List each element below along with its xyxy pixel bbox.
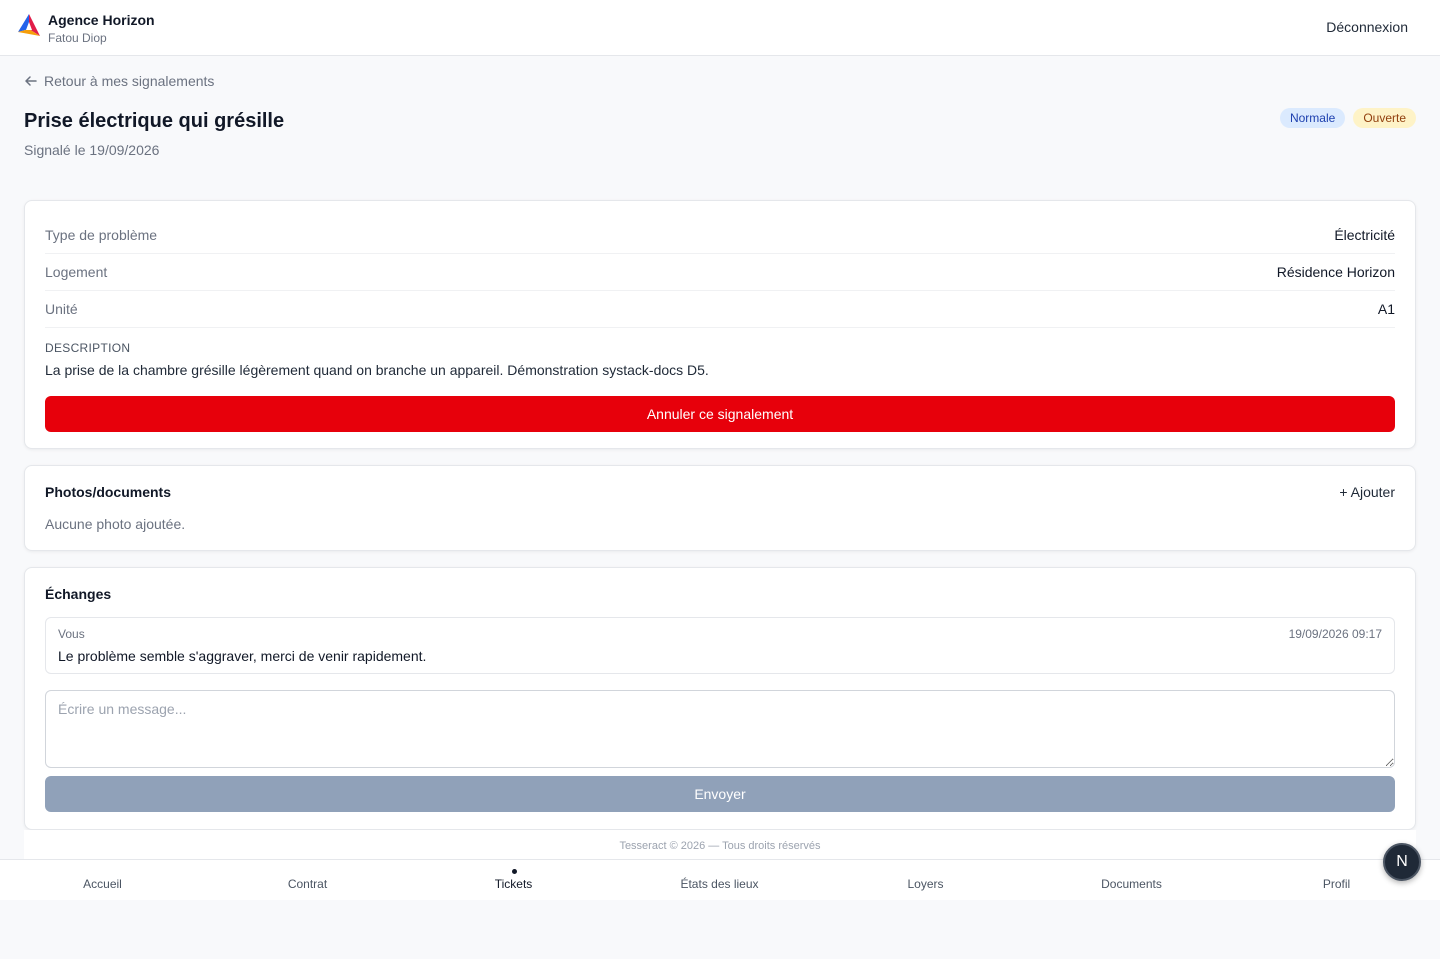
footer-text: Tesseract © 2026 — Tous droits réservés <box>619 840 821 852</box>
footer: Tesseract © 2026 — Tous droits réservés <box>24 830 1416 860</box>
ticket-badges: Normale Ouverte <box>1279 108 1416 128</box>
reported-date: Signalé le 19/09/2026 <box>24 142 160 158</box>
ticket-details-card: Type de problème Électricité Logement Ré… <box>24 200 1416 449</box>
add-photo-button[interactable]: + Ajouter <box>1339 484 1395 500</box>
nav-item-label: Accueil <box>83 877 122 891</box>
detail-row-housing: Logement Résidence Horizon <box>45 254 1395 291</box>
nav-item-etats-des-lieux[interactable]: États des lieux <box>617 860 822 901</box>
detail-label: Unité <box>45 301 78 317</box>
message-item: Vous 19/09/2026 09:17 Le problème semble… <box>45 617 1395 674</box>
logo-icon <box>18 14 40 36</box>
nav-item-tickets[interactable]: Tickets <box>411 860 616 901</box>
photos-title: Photos/documents <box>45 484 172 500</box>
nav-item-loyers[interactable]: Loyers <box>823 860 1028 901</box>
back-link-label: Retour à mes signalements <box>44 73 215 89</box>
cancel-ticket-button[interactable]: Annuler ce signalement <box>45 396 1395 432</box>
photos-empty-text: Aucune photo ajoutée. <box>45 516 186 532</box>
brand-name: Agence Horizon <box>48 12 155 28</box>
description-label: DESCRIPTION <box>45 341 131 355</box>
message-timestamp: 19/09/2026 09:17 <box>1288 627 1382 641</box>
nav-item-label: Documents <box>1101 877 1162 891</box>
arrow-left-icon <box>25 76 37 86</box>
detail-value: Électricité <box>1334 227 1395 243</box>
detail-row-unit: Unité A1 <box>45 291 1395 328</box>
nav-item-label: Loyers <box>907 877 944 891</box>
photos-card: Photos/documents + Ajouter Aucune photo … <box>24 465 1416 551</box>
floating-n-button[interactable]: N <box>1383 843 1421 881</box>
status-badge: Ouverte <box>1353 108 1416 128</box>
brand: Agence Horizon Fatou Diop <box>16 12 155 46</box>
page-title: Prise électrique qui grésille <box>24 110 285 132</box>
active-indicator-dot <box>511 869 517 874</box>
message-input[interactable] <box>45 690 1395 768</box>
nav-item-label: Profil <box>1322 877 1351 891</box>
nav-item-label: Tickets <box>494 877 533 891</box>
detail-value: A1 <box>1377 301 1395 317</box>
exchanges-card: Échanges Vous 19/09/2026 09:17 Le problè… <box>24 567 1416 830</box>
detail-value: Résidence Horizon <box>1276 264 1395 280</box>
exchanges-title: Échanges <box>45 586 112 602</box>
message-text: Le problème semble s'aggraver, merci de … <box>58 648 427 664</box>
description-text: La prise de la chambre grésille légèreme… <box>45 362 709 378</box>
nav-item-contrat[interactable]: Contrat <box>205 860 410 901</box>
bottom-nav: Accueil Contrat Tickets États des lieux … <box>0 859 1440 900</box>
message-author: Vous <box>58 627 85 641</box>
detail-row-type: Type de problème Électricité <box>45 217 1395 254</box>
nav-item-accueil[interactable]: Accueil <box>0 860 205 901</box>
back-link[interactable]: Retour à mes signalements <box>24 73 214 89</box>
top-bar: Agence Horizon Fatou Diop Déconnexion <box>0 0 1440 56</box>
detail-label: Type de problème <box>45 227 158 243</box>
nav-item-label: États des lieux <box>680 877 759 891</box>
detail-label: Logement <box>45 264 108 280</box>
logout-button[interactable]: Déconnexion <box>1326 19 1408 35</box>
priority-badge: Normale <box>1279 108 1346 128</box>
user-name: Fatou Diop <box>48 31 107 45</box>
nav-item-label: Contrat <box>287 877 328 891</box>
send-button[interactable]: Envoyer <box>45 776 1395 812</box>
nav-item-documents[interactable]: Documents <box>1029 860 1234 901</box>
